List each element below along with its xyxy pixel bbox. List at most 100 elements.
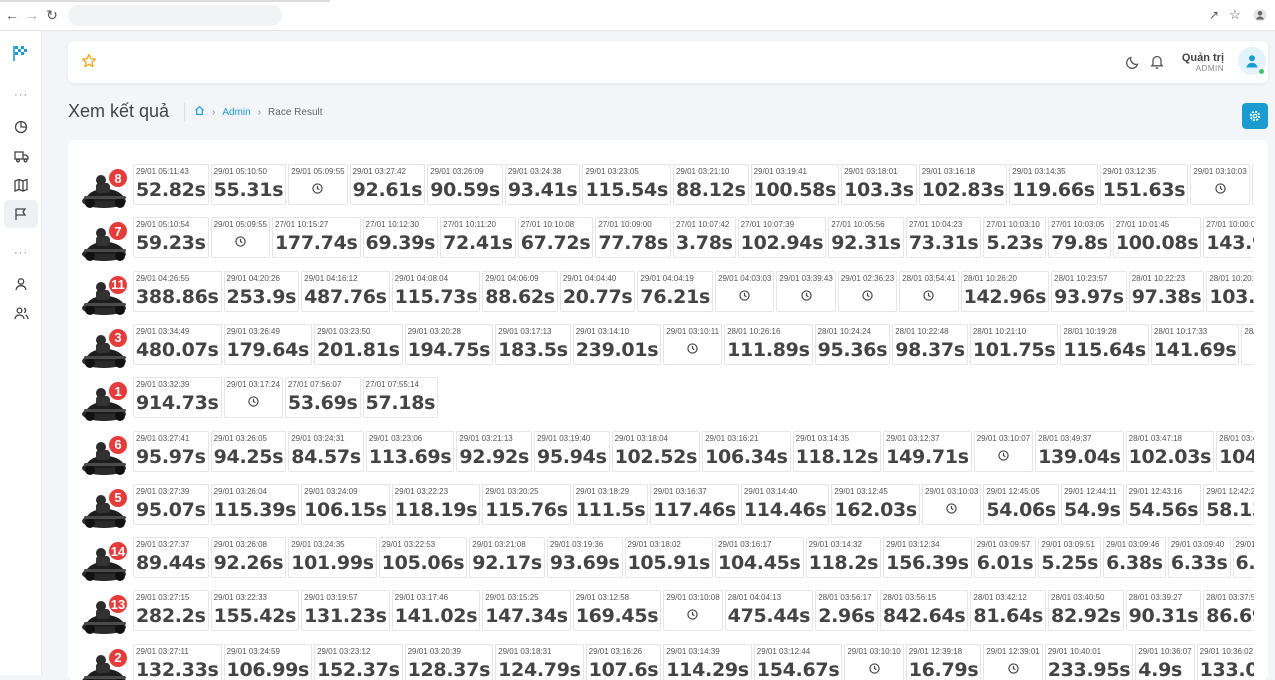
lap-card[interactable]: 29/01 03:26:09 90.59s [427, 164, 503, 205]
star-icon[interactable] [81, 53, 97, 74]
lap-card[interactable]: 28/01 10:24:24 95.36s [814, 323, 891, 365]
lap-card[interactable]: 29/01 03:12:37 149.71s [883, 430, 972, 472]
lap-card[interactable]: 29/01 03:10:08 [663, 590, 723, 632]
lap-card[interactable]: 29/01 03:21:08 92.17s [469, 537, 545, 579]
lap-card[interactable]: 29/01 05:10:54 59.23s [133, 217, 209, 259]
lap-card[interactable]: 29/01 03:15:25 147.34s [482, 590, 571, 632]
lap-card[interactable]: 29/01 12:42:21 58.13s [1203, 483, 1254, 525]
lap-card[interactable]: 28/01 04:04:13 475.44s [724, 590, 814, 632]
lap-card[interactable]: 28/01 10:26:16 111.89s [724, 323, 813, 365]
lap-card[interactable]: 29/01 03:16:18 102.83s [918, 164, 1008, 205]
map-icon[interactable] [4, 171, 38, 199]
lap-card[interactable]: 29/01 03:20:25 115.76s [482, 483, 571, 525]
lap-card[interactable]: 28/01 03:39:27 90.31s [1125, 590, 1202, 632]
lap-card[interactable]: 29/01 02:36:23 [837, 270, 898, 312]
lap-card[interactable]: 28/01 03:47:18 102.03s [1125, 430, 1215, 472]
lap-card[interactable]: 29/01 03:14:35 119.66s [1009, 164, 1098, 205]
pie-chart-icon[interactable] [4, 113, 38, 141]
lap-card[interactable]: 29/01 03:16:21 106.34s [702, 430, 791, 472]
lap-card[interactable]: 29/01 03:10:03 [921, 483, 982, 525]
lap-card[interactable]: 28/01 10:15:11 [1241, 323, 1254, 365]
lap-card[interactable]: 27/01 10:10:08 67.72s [517, 217, 594, 259]
user-info[interactable]: Quản trị ADMIN [1182, 52, 1224, 73]
lap-card[interactable]: 29/01 03:32:39 914.73s [133, 377, 222, 419]
bell-icon[interactable] [1150, 54, 1164, 74]
lap-card[interactable]: 29/01 03:12:35 151.63s [1099, 164, 1189, 205]
lap-card[interactable]: 29/01 03:23:50 201.81s [314, 323, 403, 365]
lap-card[interactable]: 29/01 03:09:34 6.29s [1232, 537, 1254, 579]
lap-card[interactable]: 29/01 03:09:51 5.25s [1038, 537, 1102, 579]
lap-card[interactable]: 28/01 03:56:15 842.64s [879, 590, 969, 632]
lap-card[interactable]: 29/01 03:26:08 92.26s [210, 537, 287, 579]
lap-card[interactable]: 29/01 03:27:39 95.07s [133, 483, 209, 525]
lap-card[interactable]: 29/01 03:17:46 141.02s [391, 590, 481, 632]
lap-card[interactable]: 29/01 03:27:15 282.2s [133, 590, 209, 632]
lap-card[interactable]: 29/01 04:26:55 388.86s [133, 270, 222, 312]
users-icon[interactable] [4, 299, 38, 327]
lap-card[interactable]: 29/01 03:09:40 6.33s [1167, 537, 1231, 579]
lap-card[interactable]: 28/01 03:56:17 2.96s [815, 590, 878, 632]
lap-card[interactable]: 27/01 10:04:23 73.31s [905, 217, 982, 259]
lap-card[interactable]: 29/01 03:10:07 [973, 430, 1034, 472]
lap-card[interactable]: 29/01 03:18:02 105.91s [624, 537, 714, 579]
lap-card[interactable]: 29/01 03:12:58 169.45s [572, 590, 662, 632]
lap-card[interactable]: 28/01 10:19:28 115.64s [1060, 323, 1149, 365]
profile-icon[interactable] [1252, 7, 1268, 23]
lap-card[interactable]: 27/01 10:03:10 5.23s [983, 217, 1047, 259]
lap-card[interactable]: 29/01 03:09:46 6.38s [1103, 537, 1166, 579]
settings-button[interactable] [1242, 103, 1268, 129]
lap-card[interactable]: 29/01 12:45:05 54.06s [983, 483, 1059, 525]
lap-card[interactable]: 29/01 03:22:23 118.19s [391, 483, 481, 525]
lap-card[interactable]: 28/01 03:37:57 86.69s [1203, 590, 1254, 632]
lap-card[interactable]: 28/01 03:40:50 82.92s [1048, 590, 1124, 632]
lap-card[interactable]: 27/01 10:03:05 79.8s [1048, 217, 1111, 259]
lap-card[interactable]: 29/01 04:04:19 76.21s [637, 270, 714, 312]
breadcrumb-admin[interactable]: Admin [222, 107, 250, 118]
lap-card[interactable]: 29/01 03:26:04 115.39s [210, 483, 300, 525]
home-icon[interactable] [194, 105, 205, 119]
lap-card[interactable]: 29/01 05:10:50 55.31s [210, 164, 287, 205]
lap-card[interactable]: 29/01 03:18:01 103.3s [841, 164, 917, 205]
lap-card[interactable]: 29/01 03:19:40 95.94s [533, 430, 610, 472]
lap-card[interactable]: 29/01 05:11:43 52.82s [133, 164, 209, 205]
lap-card[interactable]: 27/01 10:07:42 3.78s [672, 217, 736, 259]
share-icon[interactable]: ↗ [1206, 7, 1222, 23]
lap-card[interactable]: 28/01 03:49:37 139.04s [1035, 430, 1124, 472]
lap-card[interactable]: 29/01 03:24:35 101.99s [288, 537, 377, 579]
lap-card[interactable]: 29/01 04:04:40 20.77s [559, 270, 636, 312]
flag-icon[interactable] [4, 200, 38, 228]
lap-card[interactable]: 29/01 03:19:36 93.69s [546, 537, 623, 579]
lap-card[interactable]: 29/01 03:12:45 162.03s [831, 483, 920, 525]
lap-card[interactable]: 29/01 03:12:34 156.39s [883, 537, 972, 579]
lap-card[interactable]: 29/01 12:35:5352.56s [1251, 164, 1254, 205]
lap-card[interactable]: 29/01 03:22:53 105.06s [378, 537, 468, 579]
lap-card[interactable]: 29/01 05:09:55 [210, 217, 270, 259]
lap-card[interactable]: 29/01 03:24:09 106.15s [301, 483, 390, 525]
lap-card[interactable]: 27/01 10:12:30 69.39s [362, 217, 439, 259]
lap-card[interactable]: 28/01 10:26:20 142.96s [960, 270, 1050, 312]
lap-card[interactable]: 27/01 10:07:39 102.94s [737, 217, 827, 259]
lap-card[interactable]: 29/01 03:22:33 155.42s [210, 590, 300, 632]
lap-card[interactable]: 28/01 10:20:45 103.18s [1206, 270, 1254, 312]
lap-card[interactable]: 29/01 04:06:09 88.62s [482, 270, 558, 312]
lap-card[interactable]: 29/01 03:18:04 102.52s [611, 430, 701, 472]
forward-icon[interactable]: → [24, 7, 40, 23]
lap-card[interactable]: 29/01 03:27:42 92.61s [349, 164, 426, 205]
bookmark-star-icon[interactable]: ☆ [1227, 7, 1243, 23]
lap-card[interactable]: 29/01 03:21:10 88.12s [672, 164, 749, 205]
lap-card[interactable]: 27/01 10:00:05 143.98s [1203, 217, 1254, 259]
lap-card[interactable]: 29/01 05:09:55 [288, 164, 348, 205]
moon-icon[interactable] [1126, 55, 1140, 74]
lap-card[interactable]: 29/01 03:26:05 94.25s [210, 430, 287, 472]
lap-card[interactable]: 29/01 03:39:43 [776, 270, 836, 312]
lap-card[interactable]: 29/01 03:14:40 114.46s [740, 483, 830, 525]
lap-card[interactable]: 29/01 12:43:16 54.56s [1125, 483, 1202, 525]
lap-card[interactable]: 29/01 04:20:26 253.9s [223, 270, 300, 312]
lap-card[interactable]: 29/01 12:44:11 54.9s [1060, 483, 1124, 525]
lap-card[interactable]: 29/01 03:14:10 239.01s [572, 323, 662, 365]
lap-card[interactable]: 27/01 10:09:00 77.78s [595, 217, 671, 259]
lap-card[interactable]: 29/01 04:16:12 487.76s [301, 270, 390, 312]
lap-card[interactable]: 29/01 03:09:57 6.01s [973, 537, 1037, 579]
reload-icon[interactable]: ↻ [44, 7, 60, 23]
avatar[interactable] [1238, 47, 1266, 75]
